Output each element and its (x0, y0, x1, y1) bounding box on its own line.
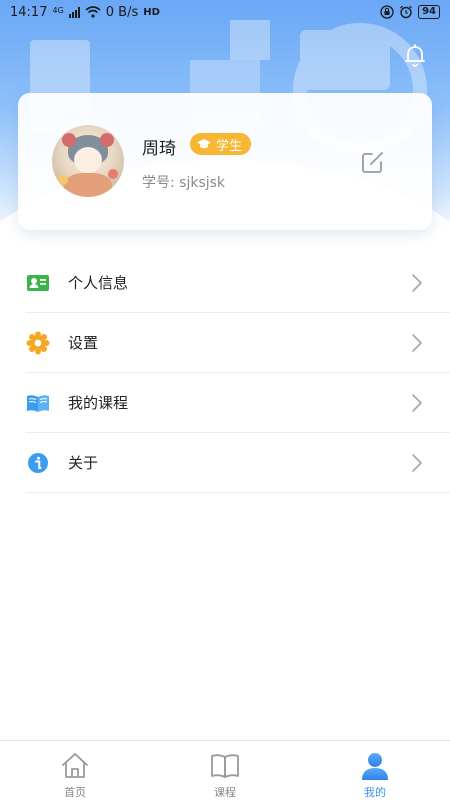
chevron-right-icon (412, 454, 422, 472)
menu-item-personal-info[interactable]: 个人信息 (26, 253, 450, 313)
status-bar: 14:17 4G 0 B/s HD 94 (0, 0, 450, 24)
chevron-right-icon (412, 394, 422, 412)
menu-list: 个人信息 设置 我的课程 关于 (26, 253, 450, 493)
network-type: 4G (52, 5, 64, 15)
tab-mine[interactable]: 我的 (300, 741, 450, 800)
menu-item-label: 个人信息 (68, 274, 129, 292)
profile-card: 周琦 学生 学号: sjksjsk (18, 93, 432, 230)
status-time: 14:17 (10, 4, 48, 20)
tab-label: 首页 (64, 786, 86, 799)
edit-icon[interactable] (359, 148, 387, 176)
user-name: 周琦 (142, 139, 176, 159)
hd-indicator: HD (143, 6, 160, 18)
bottom-tab-bar: 首页 课程 我的 (0, 740, 450, 800)
alarm-icon (400, 5, 412, 19)
menu-item-label: 我的课程 (68, 394, 129, 412)
chevron-right-icon (412, 274, 422, 292)
tab-label: 课程 (214, 786, 236, 799)
book-outline-icon (211, 754, 239, 778)
menu-item-label: 关于 (68, 454, 99, 472)
signal-icon (68, 6, 80, 18)
wifi-icon (85, 6, 101, 18)
user-icon (362, 753, 388, 780)
menu-item-settings[interactable]: 设置 (26, 313, 450, 373)
tab-label: 我的 (364, 786, 386, 799)
home-icon (62, 753, 88, 778)
gear-icon (26, 331, 50, 355)
book-icon (26, 391, 50, 415)
graduation-cap-icon (197, 139, 211, 149)
id-card-icon (26, 271, 50, 295)
tab-home[interactable]: 首页 (0, 741, 150, 800)
role-label: 学生 (216, 138, 243, 154)
student-id: 学号: sjksjsk (142, 175, 226, 191)
avatar[interactable] (52, 125, 124, 197)
menu-item-about[interactable]: 关于 (26, 433, 450, 493)
menu-item-my-courses[interactable]: 我的课程 (26, 373, 450, 433)
role-badge: 学生 (190, 133, 252, 155)
lock-rotation-icon (380, 5, 394, 19)
menu-item-label: 设置 (68, 334, 99, 352)
bell-icon[interactable] (402, 42, 428, 68)
battery-icon: 94 (418, 5, 440, 19)
chevron-right-icon (412, 334, 422, 352)
network-speed: 0 B/s (105, 4, 139, 20)
tab-courses[interactable]: 课程 (150, 741, 300, 800)
info-icon (26, 451, 50, 475)
